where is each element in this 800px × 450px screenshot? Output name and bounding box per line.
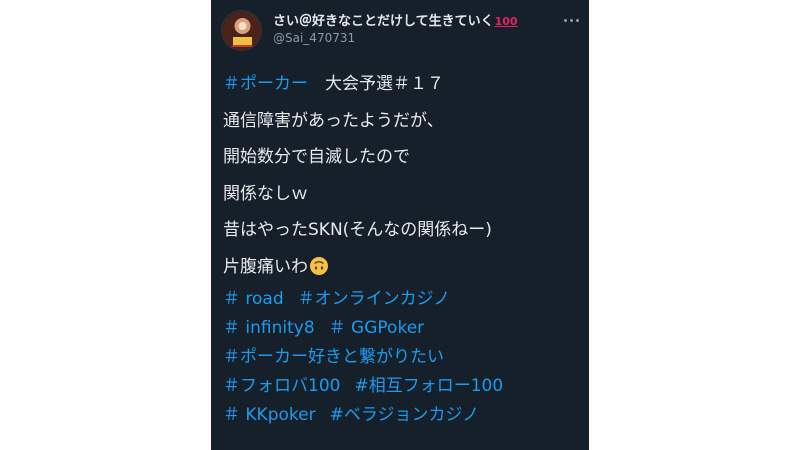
avatar-image [222, 11, 261, 50]
hashtag-list: ＃ road ＃オンラインカジノ ＃ infinity8 ＃ GGPoker ＃ポー… [223, 285, 581, 430]
text-line: 開始数分で自滅したので [223, 147, 410, 167]
tweet-card: さい＠好きなことだけして生きていく100 @Sai_470731 ＃ポーカー 大… [211, 0, 589, 450]
tweet-header: さい＠好きなことだけして生きていく100 @Sai_470731 [221, 10, 581, 52]
hashtag-link[interactable]: ＃フォロバ100 [223, 376, 340, 396]
hashtag-row: ＃ road ＃オンラインカジノ [223, 285, 581, 314]
hashtag-row: ＃ infinity8 ＃ GGPoker [223, 314, 581, 343]
text-segment: 大会予選＃１７ [308, 74, 444, 94]
user-handle[interactable]: @Sai_470731 [273, 30, 557, 46]
more-options-icon[interactable] [563, 16, 581, 26]
hashtag-row: ＃ KKpoker #ベラジョンカジノ [223, 401, 581, 430]
text-line: 通信障害があったようだが、 [223, 110, 444, 131]
text-line: ＃ポーカー 大会予選＃１７ [223, 66, 581, 103]
hashtag-row: ＃ポーカー好きと繋がりたい [223, 343, 581, 372]
hashtag-link[interactable]: ＃ KKpoker [223, 405, 316, 425]
display-name[interactable]: さい＠好きなことだけして生きていく100 [273, 13, 557, 30]
text-line: 片腹痛いわ [223, 249, 581, 286]
hashtag-link[interactable]: ＃ road [223, 289, 284, 309]
hashtag-link[interactable]: ＃オンラインカジノ [298, 289, 451, 309]
hashtag-link[interactable]: ＃ infinity8 [223, 318, 315, 338]
hashtag-link[interactable]: #ベラジョンカジノ [330, 405, 480, 425]
hashtag-link[interactable]: #相互フォロー100 [354, 376, 503, 396]
upside-down-face-emoji-icon [310, 256, 328, 275]
text-segment: 片腹痛いわ [223, 256, 308, 277]
hashtag-link[interactable]: ＃ GGPoker [329, 318, 424, 338]
text-line: 昔はやったSKN(そんなの関係ねー) [223, 220, 492, 240]
tweet-author: さい＠好きなことだけして生きていく100 @Sai_470731 [273, 13, 557, 46]
tweet-text: ＃ポーカー 大会予選＃１７ 通信障害があったようだが、 開始数分で自滅したので … [223, 66, 581, 430]
hundred-points-icon: 100 [494, 15, 518, 28]
hashtag-link[interactable]: ＃ポーカー好きと繋がりたい [223, 347, 444, 367]
hashtag-row: ＃フォロバ100 #相互フォロー100 [223, 372, 581, 401]
hashtag-link[interactable]: ＃ポーカー [223, 74, 308, 94]
avatar[interactable] [221, 10, 262, 51]
text-line: 関係なしｗ [223, 183, 308, 204]
